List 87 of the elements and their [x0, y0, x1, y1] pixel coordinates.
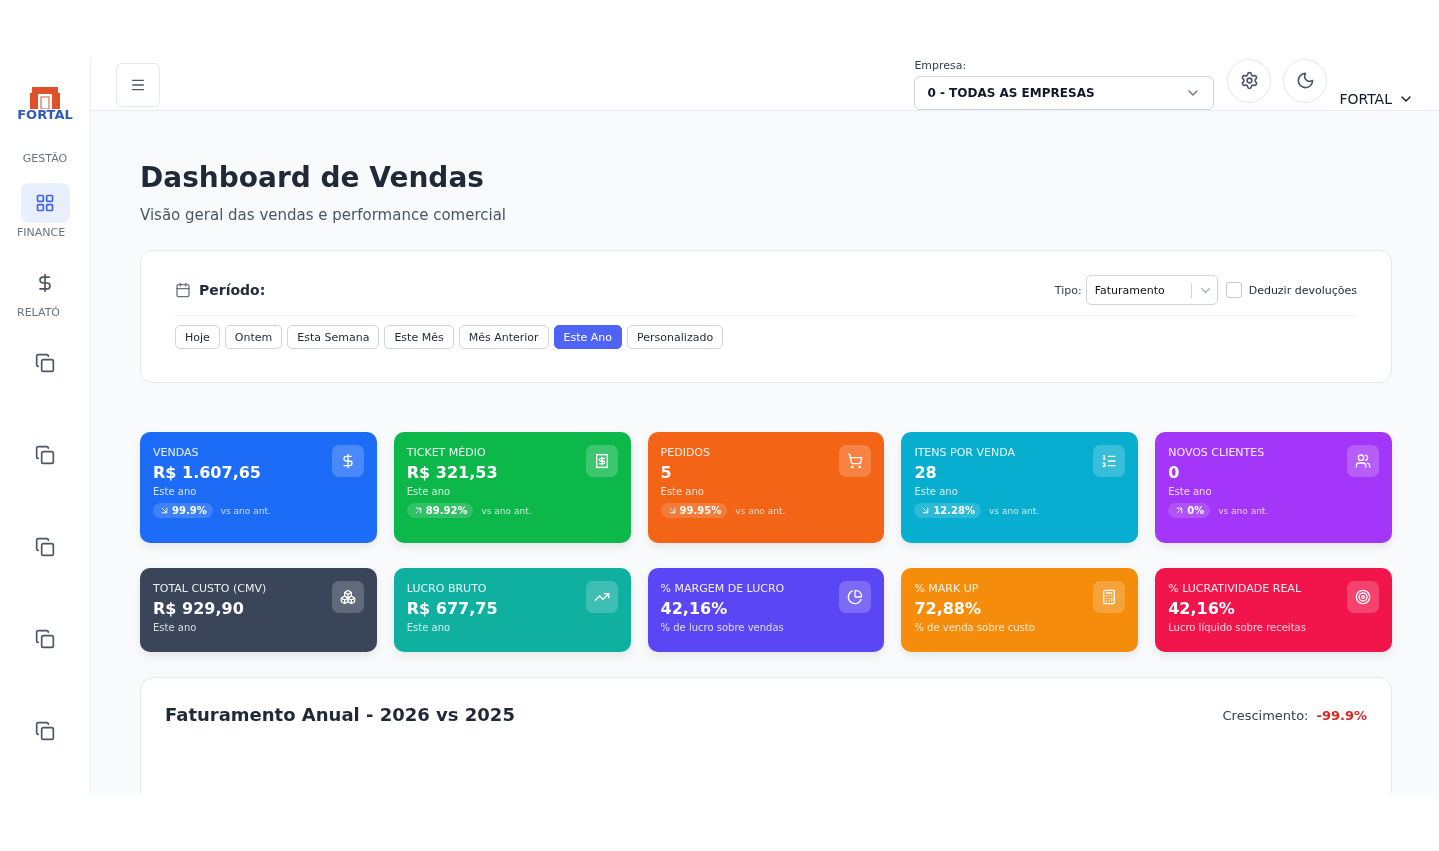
stat-note: Este ano [914, 486, 959, 497]
pie-chart-icon [839, 581, 872, 613]
stat-title: TOTAL CUSTO (CMV) [153, 582, 268, 595]
type-label: Tipo: [1054, 283, 1082, 297]
trend-note: vs ano ant. [220, 505, 271, 516]
copy-icon [35, 721, 55, 741]
user-menu[interactable]: FORTAL [1339, 90, 1414, 107]
stat-note: Este ano [153, 622, 198, 633]
stat-value: 0 [1168, 463, 1181, 482]
stat-title: VENDAS [153, 446, 200, 459]
settings-button[interactable] [1227, 59, 1272, 103]
moon-icon [1295, 71, 1315, 90]
stat-title: PEDIDOS [660, 446, 711, 459]
stat-note: % de lucro sobre vendas [660, 622, 785, 633]
trend-badge: 99.9% [153, 503, 213, 518]
stat-value: 72,88% [914, 599, 983, 618]
trend-badge: 89.92% [406, 503, 474, 518]
period-button[interactable]: Ontem [224, 325, 283, 349]
trend-badge: 12.28% [914, 503, 982, 518]
numbered-list-icon [1093, 445, 1126, 477]
stat-title: % LUCRATIVIDADE REAL [1168, 582, 1302, 595]
stat-value: R$ 929,90 [153, 599, 245, 618]
trend-note: vs ano ant. [481, 505, 532, 516]
stat-title: ITENS POR VENDA [914, 446, 1016, 459]
stat-note: Este ano [153, 486, 198, 497]
period-button[interactable]: Esta Semana [287, 325, 380, 349]
dollar-icon [331, 445, 364, 477]
trend-note: vs ano ant. [735, 505, 786, 516]
period-button[interactable]: Hoje [175, 325, 220, 349]
stat-value: 28 [914, 463, 938, 482]
trend-note: vs ano ant. [989, 505, 1040, 516]
stat-note: Este ano [1168, 486, 1213, 497]
grid-icon [35, 193, 55, 213]
calendar-icon [175, 282, 191, 298]
copy-icon [35, 629, 55, 649]
growth-value: -99.9% [1316, 708, 1367, 723]
stat-title: % MARK UP [914, 582, 980, 595]
stat-title: % MARGEM DE LUCRO [660, 582, 786, 595]
company-label: Empresa: [914, 59, 968, 72]
sidebar-item-label: FINANCE [17, 226, 67, 239]
stat-note: Este ano [406, 486, 452, 497]
page-title: Dashboard de Vendas [140, 161, 485, 194]
trend-badge: 99.95% [660, 503, 728, 518]
boxes-icon [331, 581, 364, 613]
stat-note: % de venda sobre custo [914, 622, 1036, 633]
target-icon [1347, 581, 1379, 613]
stat-note: Este ano [660, 486, 705, 497]
company-select[interactable]: 0 - TODAS AS EMPRESAS [914, 76, 1215, 110]
moon-button[interactable] [1283, 59, 1328, 103]
sidebar-item[interactable] [20, 183, 70, 223]
period-button[interactable]: Mês Anterior [458, 325, 549, 349]
stat-value: 42,16% [1168, 599, 1236, 618]
trend-badge: 0% [1168, 503, 1211, 518]
stat-value: R$ 1.607,65 [153, 463, 262, 482]
trend-up-icon [585, 581, 618, 613]
stat-note: Este ano [406, 622, 452, 633]
stat-value: 42,16% [660, 599, 729, 618]
sidebar-item-label: RELATÓ [17, 306, 62, 319]
cart-icon [839, 445, 872, 477]
type-select[interactable]: Faturamento [1085, 275, 1218, 305]
chart-title: Faturamento Anual - 2026 vs 2025 [165, 704, 515, 725]
stat-value: R$ 677,75 [406, 599, 499, 618]
trend-note: vs ano ant. [1218, 505, 1269, 516]
stat-title: LUCRO BRUTO [406, 582, 488, 595]
calculator-icon [1093, 581, 1126, 613]
sidebar-section-label: GESTÃO [22, 152, 68, 165]
settings-icon [1239, 71, 1259, 90]
receipt-icon [585, 445, 618, 477]
users-icon [1347, 445, 1379, 477]
copy-icon [35, 445, 55, 465]
stat-value: R$ 321,53 [406, 463, 499, 482]
period-button[interactable]: Este Ano [553, 325, 623, 349]
stat-value: 5 [660, 463, 673, 482]
copy-icon [35, 353, 55, 373]
stat-title: TICKET MÉDIO [406, 446, 487, 459]
logo: FORTAL [17, 87, 73, 122]
stat-title: NOVOS CLIENTES [1168, 446, 1266, 459]
checkbox[interactable] [1225, 282, 1242, 298]
menu-button[interactable] [116, 62, 160, 107]
page-subtitle: Visão geral das vendas e performance comercial [140, 206, 507, 224]
period-button[interactable]: Este Mês [384, 325, 454, 349]
growth-label: Crescimento: [1222, 708, 1309, 723]
deduct-label: Deduzir devoluções [1248, 283, 1357, 297]
period-label: Período: [199, 282, 266, 298]
copy-icon [35, 537, 55, 557]
period-button[interactable]: Personalizado [627, 325, 724, 349]
stat-note: Lucro líquido sobre receitas [1168, 622, 1307, 633]
